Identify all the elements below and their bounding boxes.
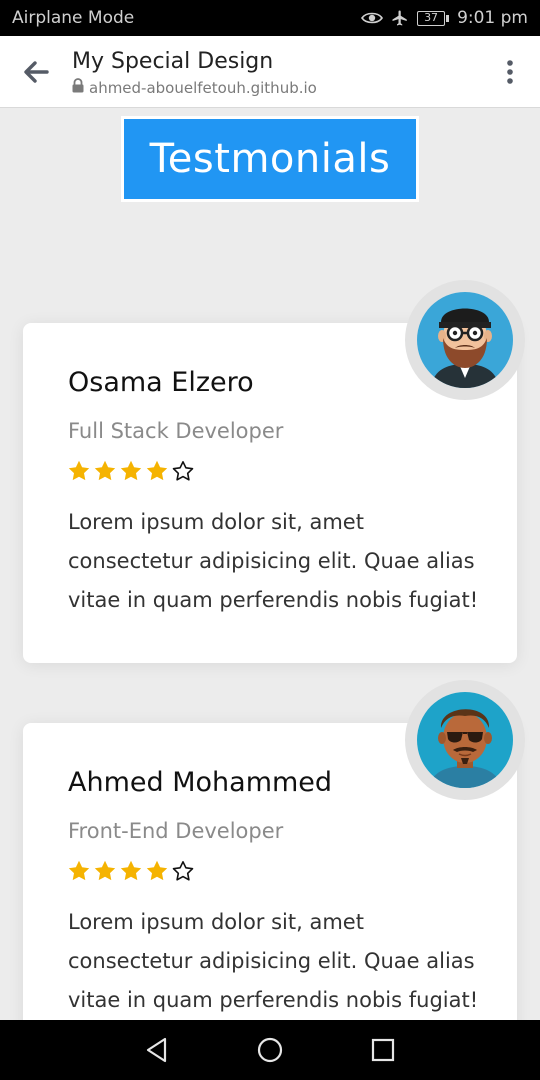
star-filled-icon: [68, 860, 90, 881]
star-empty-icon: [172, 861, 194, 881]
testimonial-name: Ahmed Mohammed: [68, 767, 333, 798]
star-rating: [67, 859, 195, 883]
battery-level: 37: [417, 10, 446, 26]
star-filled-icon: [120, 860, 142, 881]
page-title: My Special Design: [72, 49, 274, 74]
sunglasses-avatar-image: [417, 692, 513, 788]
avatar: [405, 280, 525, 400]
address-block[interactable]: My Special Design ahmed-abouelfetouh.git…: [72, 46, 480, 97]
star-rating: [67, 459, 195, 483]
triangle-back-icon: [146, 1037, 166, 1063]
more-vert-icon: [507, 59, 513, 84]
overflow-menu-button[interactable]: [480, 36, 540, 108]
eye-comfort-icon: [361, 11, 384, 25]
airplane-icon: [391, 9, 409, 27]
section-heading: Testmonials: [149, 136, 391, 182]
star-filled-icon: [146, 860, 168, 881]
nav-home-button[interactable]: [240, 1020, 300, 1080]
lock-icon: [72, 78, 84, 97]
arrow-left-icon: [24, 60, 49, 83]
url-text: ahmed-abouelfetouh.github.io: [89, 78, 317, 97]
status-icons: 37 9:01 pm: [361, 8, 528, 28]
airplane-mode-label: Airplane Mode: [12, 8, 135, 28]
url-row: ahmed-abouelfetouh.github.io: [72, 78, 480, 97]
testimonial-role: Full Stack Developer: [68, 419, 284, 443]
status-bar: Airplane Mode 37 9:01 pm: [0, 0, 540, 36]
star-filled-icon: [146, 460, 168, 481]
back-button[interactable]: [0, 36, 72, 108]
section-heading-box: Testmonials: [121, 116, 419, 202]
nav-recents-button[interactable]: [353, 1020, 413, 1080]
square-recents-icon: [372, 1038, 395, 1062]
star-filled-icon: [94, 460, 116, 481]
hipster-avatar-image: [417, 292, 513, 388]
star-filled-icon: [94, 860, 116, 881]
page-content[interactable]: Testmonials Osama Elzero Full Stack Deve…: [0, 108, 540, 1020]
star-empty-icon: [172, 461, 194, 481]
testimonial-text: Lorem ipsum dolor sit, amet consectetur …: [68, 910, 479, 1012]
testimonial-text: Lorem ipsum dolor sit, amet consectetur …: [68, 510, 479, 612]
battery-icon: 37: [417, 10, 450, 26]
testimonial-role: Front-End Developer: [68, 819, 284, 843]
nav-back-button[interactable]: [127, 1020, 187, 1080]
star-filled-icon: [120, 460, 142, 481]
circle-home-icon: [257, 1037, 283, 1063]
clock-time: 9:01 pm: [457, 8, 528, 28]
testimonial-name: Osama Elzero: [68, 367, 254, 398]
star-filled-icon: [68, 460, 90, 481]
browser-toolbar: My Special Design ahmed-abouelfetouh.git…: [0, 36, 540, 108]
avatar: [405, 680, 525, 800]
system-nav-bar: [0, 1020, 540, 1080]
